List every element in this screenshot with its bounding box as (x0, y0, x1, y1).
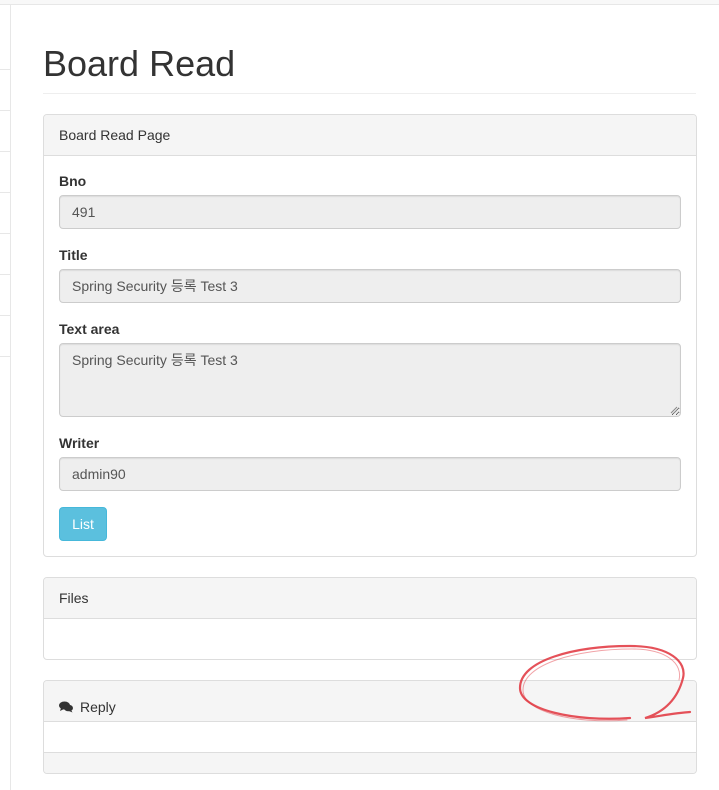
writer-field[interactable] (59, 457, 681, 491)
writer-group: Writer (59, 435, 681, 491)
writer-label: Writer (59, 435, 100, 451)
resize-grip-icon[interactable] (670, 406, 678, 414)
content-textarea[interactable]: Spring Security 등록 Test 3 (59, 343, 681, 417)
reply-heading-label: Reply (80, 699, 116, 715)
title-group: Title (59, 247, 681, 303)
reply-list (44, 722, 696, 753)
sidebar-divider (0, 192, 11, 193)
files-panel-body (44, 619, 696, 659)
reply-panel-footer (44, 753, 696, 773)
comments-icon (59, 701, 73, 713)
bno-field[interactable] (59, 195, 681, 229)
title-label: Title (59, 247, 88, 263)
bno-label: Bno (59, 173, 87, 189)
content-group: Text area Spring Security 등록 Test 3 (59, 321, 681, 417)
list-button[interactable]: List (59, 507, 107, 541)
page-header: Board Read (43, 40, 696, 94)
content-label: Text area (59, 321, 120, 337)
sidebar-divider (0, 315, 11, 316)
files-panel-heading: Files (44, 578, 696, 619)
title-field[interactable] (59, 269, 681, 303)
sidebar-divider (0, 356, 11, 357)
board-read-panel: Board Read Page Bno Title Text area Spri… (43, 114, 697, 557)
top-navbar-edge (0, 0, 719, 5)
sidebar-divider (0, 233, 11, 234)
files-panel: Files (43, 577, 697, 660)
sidebar-divider (0, 69, 11, 70)
sidebar-divider (0, 151, 11, 152)
reply-panel: Reply (43, 680, 697, 774)
bno-group: Bno (59, 173, 681, 229)
reply-panel-heading: Reply (44, 681, 696, 722)
sidebar (0, 5, 11, 790)
panel-heading: Board Read Page (44, 115, 696, 156)
page-title: Board Read (43, 43, 236, 84)
sidebar-divider (0, 110, 11, 111)
sidebar-divider (0, 274, 11, 275)
